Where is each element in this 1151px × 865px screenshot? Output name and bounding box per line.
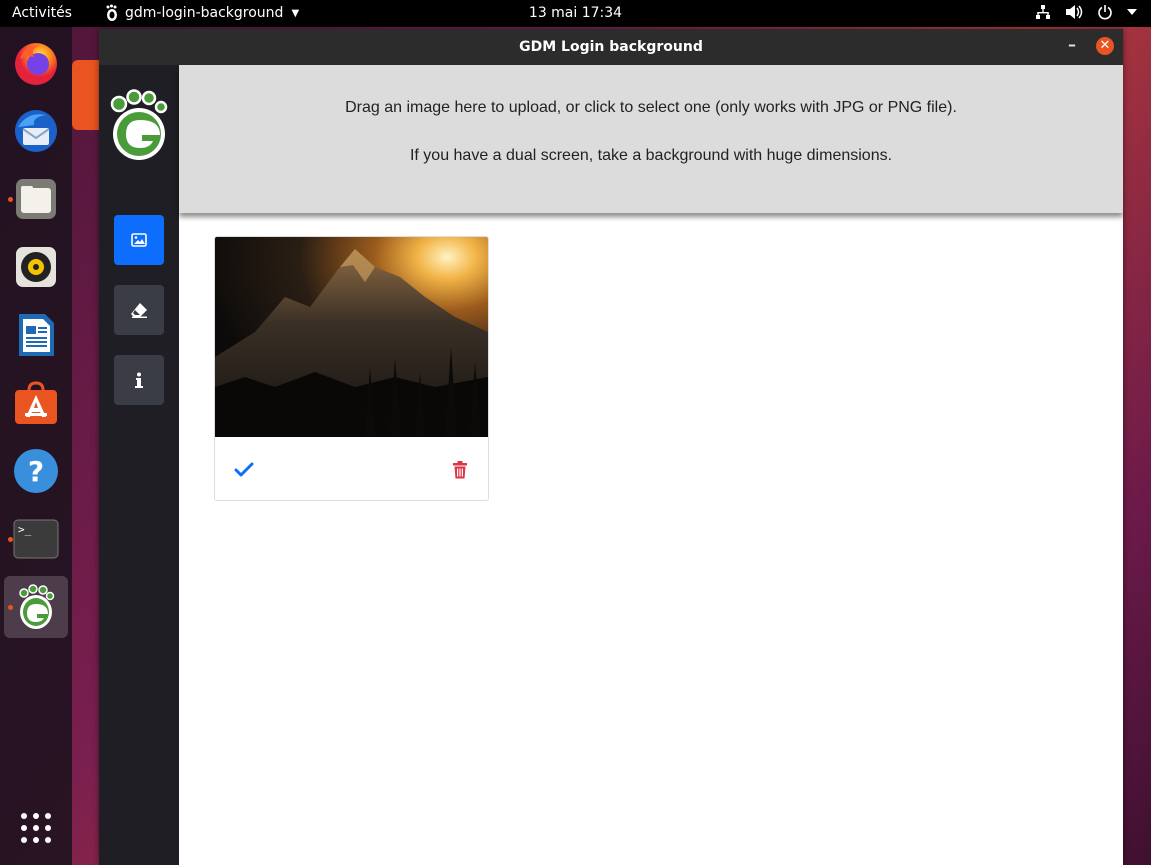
grid-icon bbox=[21, 813, 51, 843]
reset-nav-button[interactable] bbox=[114, 285, 164, 335]
image-card bbox=[214, 236, 489, 501]
image-card-actions bbox=[215, 437, 488, 500]
dock-item-rhythmbox[interactable] bbox=[4, 236, 68, 298]
dock-item-firefox[interactable] bbox=[4, 32, 68, 94]
wallpaper-window-edge bbox=[72, 60, 102, 130]
chevron-down-icon: ▼ bbox=[291, 7, 300, 19]
dock-item-thunderbird[interactable] bbox=[4, 100, 68, 162]
power-icon bbox=[1098, 5, 1112, 20]
gnome-foot-icon bbox=[19, 584, 55, 629]
image-icon bbox=[131, 233, 147, 247]
eraser-icon bbox=[131, 303, 147, 318]
title-bar[interactable]: GDM Login background – ✕ bbox=[99, 29, 1123, 65]
files-icon bbox=[16, 179, 56, 219]
dock-item-writer[interactable] bbox=[4, 304, 68, 366]
system-tray[interactable] bbox=[1035, 4, 1137, 20]
gnome-foot-icon bbox=[106, 4, 117, 21]
menu-caret-icon bbox=[1127, 9, 1137, 15]
dock-item-gdm-login-background[interactable] bbox=[4, 576, 68, 638]
about-nav-button[interactable] bbox=[114, 355, 164, 405]
svg-text:>_: >_ bbox=[18, 523, 32, 536]
network-icon bbox=[1036, 5, 1050, 19]
firefox-icon bbox=[15, 43, 57, 85]
svg-text:?: ? bbox=[28, 455, 44, 488]
rhythmbox-icon bbox=[16, 247, 56, 287]
minimize-button[interactable]: – bbox=[1063, 37, 1081, 56]
clock[interactable]: 13 mai 17:34 bbox=[529, 5, 622, 21]
top-bar: Activités gdm-login-background ▼ 13 mai … bbox=[0, 0, 1151, 27]
main-content: Drag an image here to upload, or click t… bbox=[179, 65, 1123, 865]
help-icon: ? bbox=[14, 449, 58, 493]
running-indicator bbox=[8, 197, 13, 202]
app-menu-label: gdm-login-background bbox=[125, 5, 284, 21]
dock-item-files[interactable] bbox=[4, 168, 68, 230]
show-applications-button[interactable] bbox=[4, 797, 68, 859]
dropzone-hint: If you have a dual screen, take a backgr… bbox=[409, 147, 893, 164]
apply-check-button[interactable] bbox=[234, 460, 254, 480]
upload-dropzone[interactable]: Drag an image here to upload, or click t… bbox=[179, 65, 1123, 213]
running-indicator bbox=[8, 537, 13, 542]
dock-item-help[interactable]: ? bbox=[4, 440, 68, 502]
delete-trash-button[interactable] bbox=[452, 461, 468, 479]
app-menu[interactable]: gdm-login-background ▼ bbox=[105, 4, 299, 22]
mountain-sunset-thumbnail bbox=[215, 237, 488, 437]
info-icon bbox=[135, 372, 143, 388]
activities-button[interactable]: Activités bbox=[12, 5, 72, 21]
running-indicator bbox=[8, 605, 13, 610]
window-title: GDM Login background bbox=[519, 39, 703, 55]
gnome-foot-logo bbox=[110, 89, 168, 160]
thunderbird-icon bbox=[15, 110, 57, 152]
close-button[interactable]: ✕ bbox=[1096, 37, 1114, 55]
software-icon bbox=[15, 381, 57, 424]
terminal-icon: >_ bbox=[13, 519, 59, 559]
app-window: GDM Login background – ✕ Drag an image h… bbox=[99, 29, 1123, 865]
images-nav-button[interactable] bbox=[114, 215, 164, 265]
writer-icon bbox=[19, 314, 54, 356]
dock-item-ubuntu-software[interactable] bbox=[4, 372, 68, 434]
dock: ? >_ bbox=[0, 27, 72, 865]
sidebar bbox=[99, 65, 179, 865]
volume-icon bbox=[1066, 5, 1083, 19]
dock-item-terminal[interactable]: >_ bbox=[4, 508, 68, 570]
dropzone-instructions: Drag an image here to upload, or click t… bbox=[345, 99, 957, 116]
